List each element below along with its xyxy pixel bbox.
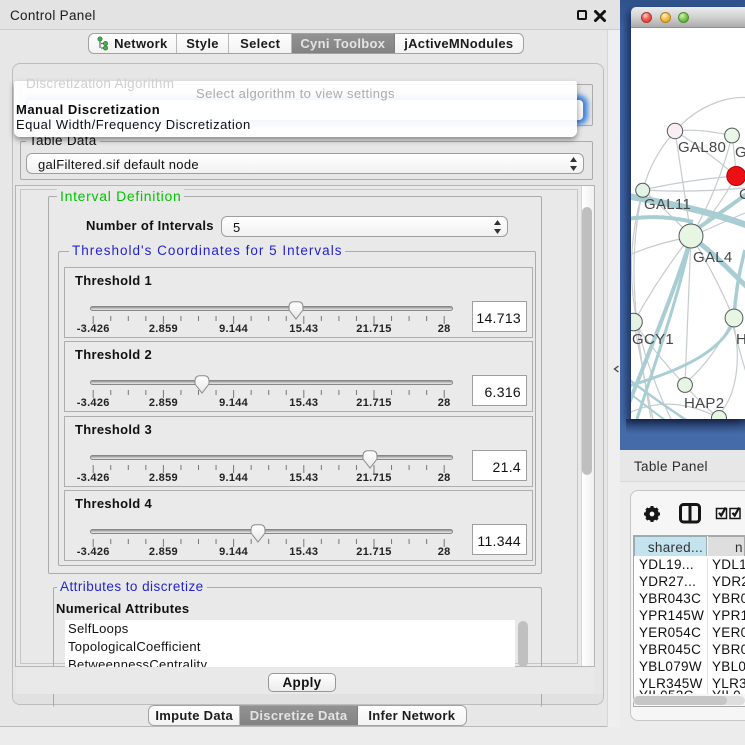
- svg-text:HA: HA: [736, 331, 745, 348]
- svg-text:GCY1: GCY1: [632, 331, 674, 348]
- svg-text:CY: CY: [739, 186, 745, 203]
- svg-text:GAL4: GAL4: [693, 249, 733, 266]
- svg-text:HAP2: HAP2: [684, 395, 724, 412]
- svg-text:GAL11: GAL11: [644, 196, 691, 213]
- svg-text:GAL80: GAL80: [678, 139, 726, 156]
- svg-text:GA: GA: [735, 144, 745, 161]
